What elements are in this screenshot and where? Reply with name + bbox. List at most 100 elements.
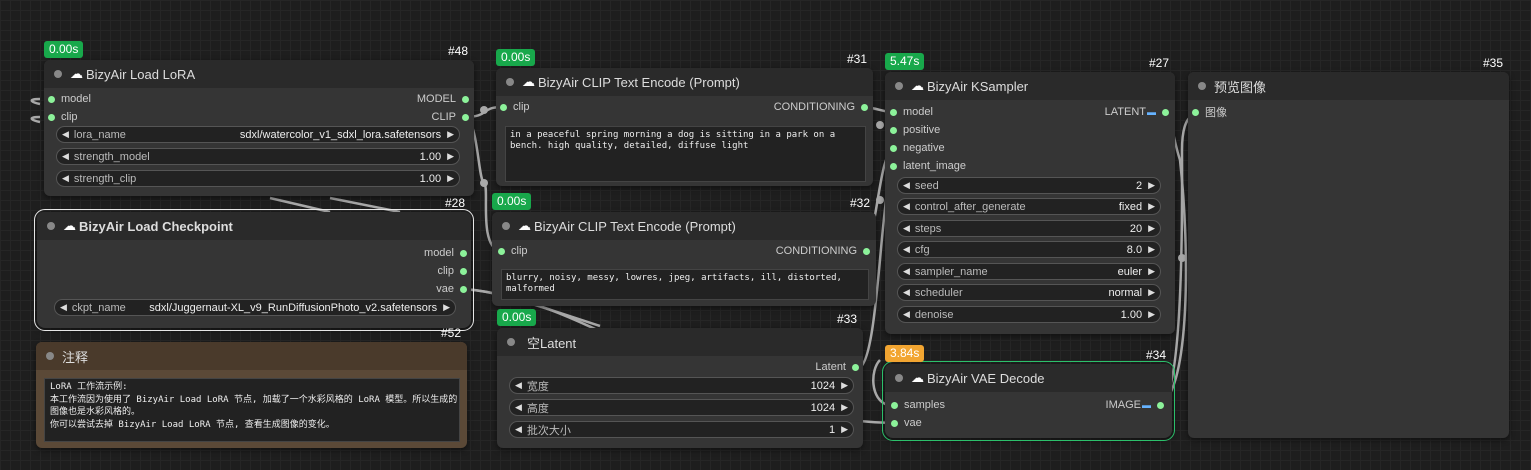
- input-port-samples[interactable]: samples: [891, 398, 945, 412]
- height-number[interactable]: ◀ 高度 1024 ▶: [509, 399, 854, 416]
- cloud-icon: ☁: [522, 74, 535, 89]
- input-port-clip[interactable]: clip: [500, 100, 530, 114]
- input-port-image[interactable]: 图像: [1192, 105, 1227, 119]
- triangle-left-icon[interactable]: ◀: [62, 151, 69, 162]
- triangle-left-icon[interactable]: ◀: [903, 266, 910, 277]
- node-empty-latent[interactable]: 0.00s #33 空Latent Latent ◀ 宽度 1024 ▶ ◀ 高…: [497, 309, 863, 448]
- input-port-latent-image[interactable]: latent_image: [890, 159, 966, 173]
- input-port-model[interactable]: model: [890, 105, 933, 119]
- node-title-bar[interactable]: 注释: [36, 342, 467, 370]
- cfg-number[interactable]: ◀ cfg 8.0 ▶: [897, 241, 1161, 258]
- output-port-clip[interactable]: CLIP: [432, 110, 469, 124]
- execution-time-badge: 0.00s: [496, 49, 536, 66]
- input-port-model[interactable]: model: [48, 92, 91, 106]
- triangle-left-icon[interactable]: ◀: [903, 287, 910, 298]
- triangle-left-icon[interactable]: ◀: [62, 173, 69, 184]
- lora-name-combo[interactable]: ◀ lora_name sdxl/watercolor_v1_sdxl_lora…: [56, 126, 460, 143]
- node-title-bar[interactable]: ☁ BizyAir Load Checkpoint: [37, 212, 471, 240]
- width-number[interactable]: ◀ 宽度 1024 ▶: [509, 377, 854, 394]
- output-port-image[interactable]: IMAGE ▬: [1106, 398, 1164, 412]
- prompt-textarea[interactable]: in a peaceful spring morning a dog is si…: [505, 126, 866, 182]
- node-title-bar[interactable]: ☁ BizyAir CLIP Text Encode (Prompt): [496, 68, 873, 96]
- triangle-right-icon[interactable]: ▶: [1148, 180, 1155, 191]
- prompt-textarea[interactable]: blurry, noisy, messy, lowres, jpeg, arti…: [501, 269, 869, 300]
- triangle-right-icon[interactable]: ▶: [443, 302, 450, 313]
- triangle-right-icon[interactable]: ▶: [1148, 223, 1155, 234]
- triangle-right-icon[interactable]: ▶: [841, 402, 848, 413]
- collapse-dot-icon[interactable]: [506, 78, 514, 86]
- node-title-bar[interactable]: ☁ BizyAir KSampler: [885, 72, 1175, 100]
- node-title-bar[interactable]: 空Latent: [497, 328, 863, 356]
- triangle-right-icon[interactable]: ▶: [447, 173, 454, 184]
- input-port-clip[interactable]: clip: [498, 244, 528, 258]
- triangle-right-icon[interactable]: ▶: [447, 129, 454, 140]
- seed-number[interactable]: ◀ seed 2 ▶: [897, 177, 1161, 194]
- scheduler-combo[interactable]: ◀ scheduler normal ▶: [897, 284, 1161, 301]
- node-preview-image[interactable]: #35 预览图像 图像: [1188, 56, 1509, 438]
- output-port-conditioning[interactable]: CONDITIONING: [776, 244, 870, 258]
- collapse-dot-icon[interactable]: [1198, 82, 1206, 90]
- triangle-left-icon[interactable]: ◀: [515, 380, 522, 391]
- input-port-positive[interactable]: positive: [890, 123, 940, 137]
- collapse-dot-icon[interactable]: [895, 82, 903, 90]
- cloud-icon: ☁: [911, 78, 924, 93]
- denoise-number[interactable]: ◀ denoise 1.00 ▶: [897, 306, 1161, 323]
- triangle-right-icon[interactable]: ▶: [1148, 201, 1155, 212]
- output-port-clip[interactable]: clip: [437, 264, 467, 278]
- collapse-dot-icon[interactable]: [507, 338, 515, 346]
- node-note[interactable]: #52 注释 LoRA 工作流示例: 本工作流因为使用了 BizyAir Loa…: [36, 326, 467, 448]
- triangle-right-icon[interactable]: ▶: [841, 380, 848, 391]
- triangle-right-icon[interactable]: ▶: [841, 424, 848, 435]
- node-ksampler[interactable]: 5.47s #27 ☁ BizyAir KSampler model posit…: [885, 53, 1175, 334]
- output-port-model[interactable]: MODEL: [417, 92, 469, 106]
- batch-size-number[interactable]: ◀ 批次大小 1 ▶: [509, 421, 854, 438]
- node-vae-decode[interactable]: 3.84s #34 ☁ BizyAir VAE Decode samples v…: [882, 345, 1175, 441]
- node-title-bar[interactable]: 预览图像: [1188, 72, 1509, 100]
- sampler-name-combo[interactable]: ◀ sampler_name euler ▶: [897, 263, 1161, 280]
- collapse-dot-icon[interactable]: [895, 374, 903, 382]
- node-load-lora[interactable]: 0.00s #48 ☁ BizyAir Load LoRA model clip…: [44, 41, 474, 196]
- input-port-clip[interactable]: clip: [48, 110, 78, 124]
- node-load-checkpoint[interactable]: #28 ☁ BizyAir Load Checkpoint model clip…: [34, 196, 474, 331]
- triangle-left-icon[interactable]: ◀: [515, 424, 522, 435]
- steps-number[interactable]: ◀ steps 20 ▶: [897, 220, 1161, 237]
- cloud-icon: ☁: [911, 370, 924, 385]
- triangle-right-icon[interactable]: ▶: [1148, 309, 1155, 320]
- triangle-left-icon[interactable]: ◀: [903, 309, 910, 320]
- strength-clip-slider[interactable]: ◀ strength_clip 1.00 ▶: [56, 170, 460, 187]
- node-id: #34: [1145, 348, 1166, 362]
- control-after-generate-combo[interactable]: ◀ control_after_generate fixed ▶: [897, 198, 1161, 215]
- note-text[interactable]: LoRA 工作流示例: 本工作流因为使用了 BizyAir Load LoRA …: [44, 378, 460, 442]
- output-port-model[interactable]: model: [424, 246, 467, 260]
- node-title-bar[interactable]: ☁ BizyAir Load LoRA: [44, 60, 474, 88]
- triangle-left-icon[interactable]: ◀: [62, 129, 69, 140]
- collapse-dot-icon[interactable]: [502, 222, 510, 230]
- triangle-left-icon[interactable]: ◀: [903, 223, 910, 234]
- node-id: #35: [1482, 56, 1503, 70]
- output-port-latent[interactable]: LATENT ▬: [1105, 105, 1169, 119]
- triangle-left-icon[interactable]: ◀: [515, 402, 522, 413]
- triangle-right-icon[interactable]: ▶: [1148, 266, 1155, 277]
- triangle-left-icon[interactable]: ◀: [903, 244, 910, 255]
- ckpt-name-combo[interactable]: ◀ ckpt_name sdxl/Juggernaut-XL_v9_RunDif…: [54, 299, 456, 316]
- collapse-dot-icon[interactable]: [54, 70, 62, 78]
- triangle-right-icon[interactable]: ▶: [1148, 244, 1155, 255]
- triangle-left-icon[interactable]: ◀: [60, 302, 67, 313]
- output-port-conditioning[interactable]: CONDITIONING: [774, 100, 868, 114]
- triangle-right-icon[interactable]: ▶: [1148, 287, 1155, 298]
- collapse-dot-icon[interactable]: [47, 222, 55, 230]
- node-clip-text-encode-positive[interactable]: 0.00s #31 ☁ BizyAir CLIP Text Encode (Pr…: [496, 49, 873, 186]
- strength-model-slider[interactable]: ◀ strength_model 1.00 ▶: [56, 148, 460, 165]
- input-port-negative[interactable]: negative: [890, 141, 945, 155]
- triangle-left-icon[interactable]: ◀: [903, 201, 910, 212]
- triangle-left-icon[interactable]: ◀: [903, 180, 910, 191]
- collapse-dot-icon[interactable]: [46, 352, 54, 360]
- node-id: #28: [444, 196, 465, 210]
- output-port-latent[interactable]: Latent: [815, 360, 859, 374]
- triangle-right-icon[interactable]: ▶: [447, 151, 454, 162]
- node-title-bar[interactable]: ☁ BizyAir CLIP Text Encode (Prompt): [492, 212, 876, 240]
- node-clip-text-encode-negative[interactable]: 0.00s #32 ☁ BizyAir CLIP Text Encode (Pr…: [492, 193, 876, 306]
- output-port-vae[interactable]: vae: [436, 282, 467, 296]
- node-title-bar[interactable]: ☁ BizyAir VAE Decode: [885, 364, 1172, 392]
- input-port-vae[interactable]: vae: [891, 416, 922, 430]
